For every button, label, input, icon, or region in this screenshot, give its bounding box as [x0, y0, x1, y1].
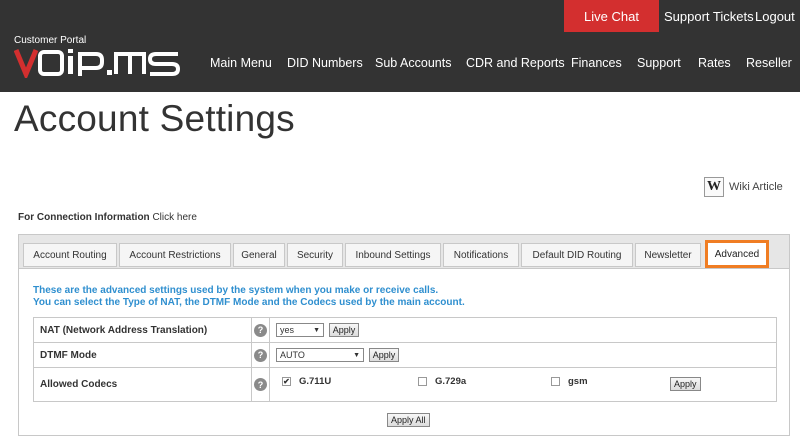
- dtmf-select[interactable]: AUTO ▼: [276, 348, 364, 362]
- chevron-down-icon: ▼: [353, 351, 360, 359]
- tab-newsletter[interactable]: Newsletter: [635, 243, 701, 267]
- advanced-description-line1: These are the advanced settings used by …: [33, 285, 439, 296]
- codec-gsm-label: gsm: [568, 376, 588, 387]
- nav-sub-accounts[interactable]: Sub Accounts: [375, 56, 451, 70]
- table-row: DTMF Mode ? AUTO ▼ Apply: [33, 342, 777, 368]
- table-row: Allowed Codecs ? ✔ G.711U G.729a gsm App…: [33, 367, 777, 402]
- dtmf-value-cell: AUTO ▼ Apply: [269, 342, 777, 368]
- logout-link[interactable]: Logout: [755, 0, 795, 32]
- help-cell: ?: [251, 342, 270, 368]
- nav-reseller[interactable]: Reseller: [746, 56, 792, 70]
- tab-account-routing[interactable]: Account Routing: [23, 243, 117, 267]
- portal-label: Customer Portal: [14, 35, 87, 46]
- codec-g711u-checkbox[interactable]: ✔: [282, 377, 291, 386]
- codec-g711u-label: G.711U: [299, 376, 332, 387]
- nav-did-numbers[interactable]: DID Numbers: [287, 56, 363, 70]
- nav-cdr-reports[interactable]: CDR and Reports: [466, 56, 565, 70]
- support-tickets-link[interactable]: Support Tickets: [664, 0, 754, 32]
- nat-select-value: yes: [280, 325, 295, 335]
- table-row: NAT (Network Address Translation) ? yes …: [33, 317, 777, 343]
- nat-label: NAT (Network Address Translation): [33, 317, 252, 343]
- chevron-down-icon: ▼: [313, 326, 320, 334]
- codecs-label: Allowed Codecs: [33, 367, 252, 402]
- help-cell: ?: [251, 317, 270, 343]
- dtmf-label: DTMF Mode: [33, 342, 252, 368]
- settings-panel: Account Routing Account Restrictions Gen…: [18, 234, 790, 436]
- tab-general[interactable]: General: [233, 243, 285, 267]
- tab-default-did-routing[interactable]: Default DID Routing: [521, 243, 633, 267]
- codec-gsm-checkbox[interactable]: [551, 377, 560, 386]
- page-title: Account Settings: [14, 98, 295, 139]
- codec-g729a-label: G.729a: [435, 376, 467, 387]
- nav-main-menu[interactable]: Main Menu: [210, 56, 272, 70]
- apply-all-button[interactable]: Apply All: [387, 413, 430, 427]
- codec-g711u: ✔ G.711U: [282, 376, 331, 387]
- nat-select[interactable]: yes ▼: [276, 323, 324, 337]
- tab-bar: Account Routing Account Restrictions Gen…: [19, 235, 789, 269]
- help-icon[interactable]: ?: [254, 378, 267, 391]
- advanced-settings-table: NAT (Network Address Translation) ? yes …: [33, 317, 777, 402]
- connection-info: For Connection Information Click here: [18, 212, 197, 223]
- tab-inbound-settings[interactable]: Inbound Settings: [345, 243, 441, 267]
- nav-finances[interactable]: Finances: [571, 56, 622, 70]
- codec-gsm: gsm: [551, 376, 588, 387]
- nav-support[interactable]: Support: [637, 56, 681, 70]
- codec-g729a: G.729a: [418, 376, 466, 387]
- nav-rates[interactable]: Rates: [698, 56, 731, 70]
- dtmf-apply-button[interactable]: Apply: [368, 348, 400, 362]
- live-chat-button[interactable]: Live Chat: [564, 0, 659, 32]
- codecs-apply-button[interactable]: Apply: [670, 377, 701, 391]
- nat-apply-button[interactable]: Apply: [328, 323, 360, 337]
- nat-value-cell: yes ▼ Apply: [269, 317, 777, 343]
- top-header: Live Chat Support Tickets Logout Custome…: [0, 0, 800, 92]
- tab-account-restrictions[interactable]: Account Restrictions: [119, 243, 231, 267]
- help-cell: ?: [251, 367, 270, 402]
- codecs-value-cell: ✔ G.711U G.729a gsm Apply: [269, 367, 777, 402]
- tab-notifications[interactable]: Notifications: [443, 243, 519, 267]
- tab-advanced[interactable]: Advanced: [705, 240, 769, 268]
- connection-info-label: For Connection Information: [18, 212, 150, 223]
- codec-g729a-checkbox[interactable]: [418, 377, 427, 386]
- advanced-description: These are the advanced settings used by …: [33, 285, 465, 309]
- connection-info-link[interactable]: Click here: [152, 212, 196, 223]
- tab-security[interactable]: Security: [287, 243, 343, 267]
- wiki-article-link[interactable]: Wiki Article: [729, 181, 783, 193]
- main-nav: Main Menu DID Numbers Sub Accounts CDR a…: [0, 56, 800, 72]
- advanced-description-line2: You can select the Type of NAT, the DTMF…: [33, 297, 465, 308]
- wiki-icon[interactable]: W: [704, 177, 724, 197]
- dtmf-select-value: AUTO: [280, 350, 305, 360]
- help-icon[interactable]: ?: [254, 323, 267, 337]
- help-icon[interactable]: ?: [254, 348, 267, 362]
